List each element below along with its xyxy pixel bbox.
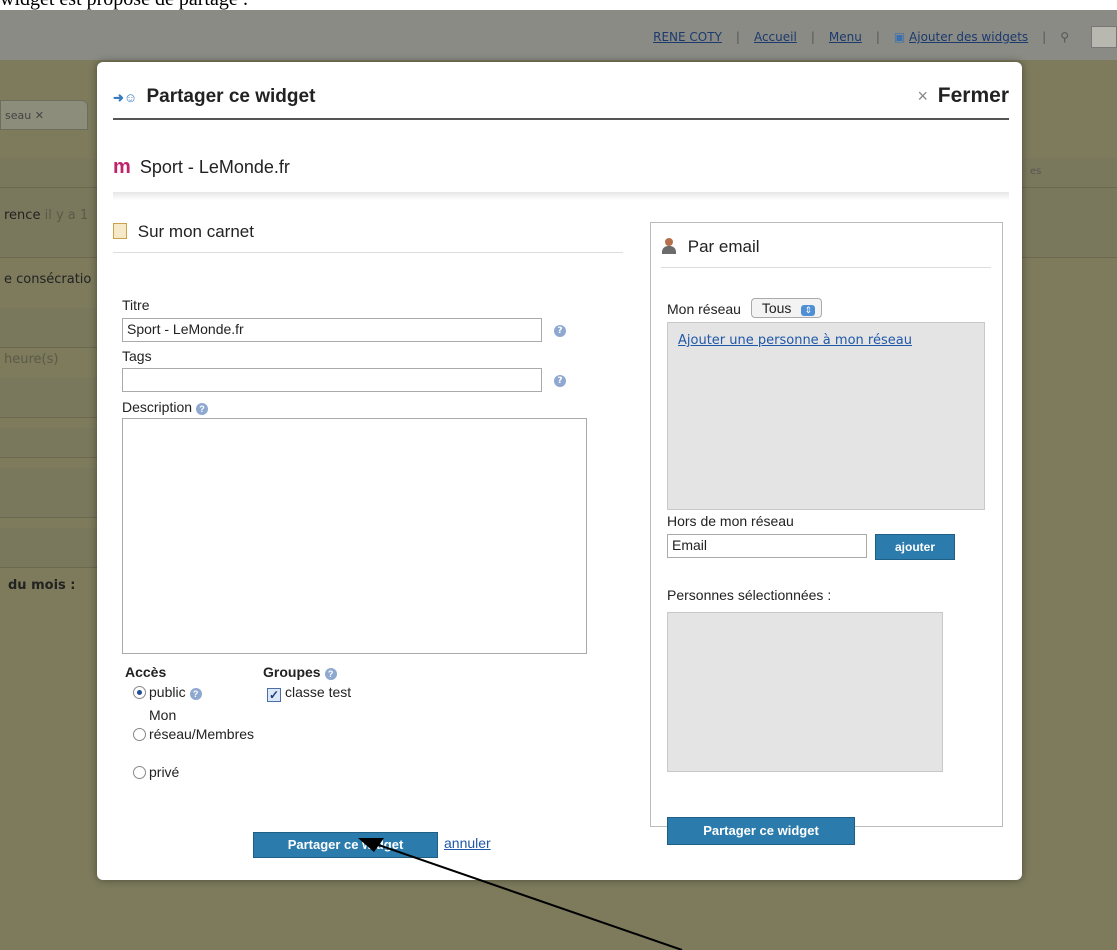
description-label: Description? [122,399,209,415]
add-person-link[interactable]: Ajouter une personne à mon réseau [668,323,984,358]
search-icon[interactable]: ⚲ [1060,30,1069,44]
dialog-header: ➜☺ Partager ce widget × Fermer [113,80,1009,120]
email-section: Par email Mon réseau Tous ⇕ Ajouter une p… [650,222,1003,845]
widget-name-text: Sport - LeMonde.fr [139,157,290,177]
add-person-link-text[interactable]: Ajouter une personne à mon réseau [678,333,912,348]
network-select[interactable]: Tous ⇕ [750,298,823,318]
group-checkbox-item[interactable]: ✓ classe test [267,684,351,702]
top-navigation-bar: RENE COTY | Accueil | Menu | ▣ Ajouter d… [0,8,1117,60]
add-widgets-label[interactable]: Ajouter des widgets [909,30,1028,44]
close-icon: × [917,86,928,106]
email-heading: Par email [661,237,991,268]
separator: | [810,30,815,44]
groups-label: Groupes? [263,664,337,680]
description-label-text: Description [122,399,193,415]
separator: | [875,30,880,44]
access-option-private[interactable]: privé [133,764,179,780]
network-label: Mon réseau [667,301,741,317]
groups-label-text: Groupes [263,664,321,680]
title-input[interactable]: Sport - LeMonde.fr [122,318,542,342]
home-link[interactable]: Accueil [754,30,797,44]
help-icon[interactable]: ? [554,375,566,387]
tags-label: Tags [122,348,152,364]
help-icon[interactable]: ? [196,403,209,415]
background-row [0,308,97,348]
background-text: rence [4,208,41,223]
notebook-heading-text: Sur mon carnet [137,222,254,241]
share-icon: ➜☺ [113,90,138,105]
radio-button[interactable] [133,728,146,741]
network-list: Ajouter une personne à mon réseau [667,322,985,510]
group-name: classe test [285,684,352,700]
radio-button[interactable] [133,766,146,779]
background-text: e consécratio [4,272,92,287]
close-label: Fermer [937,84,1009,107]
chevron-updown-icon: ⇕ [801,305,816,316]
notebook-heading: Sur mon carnet [113,222,623,253]
help-icon[interactable]: ? [189,688,202,700]
access-option-network[interactable]: Mon réseau/Membres [133,706,283,744]
widget-name: m Sport - LeMonde.fr [113,156,290,179]
access-option-public[interactable]: public? [133,684,202,700]
network-filter: Mon réseau Tous ⇕ [667,298,823,318]
document-caption: widget est proposé de partage : [0,0,1117,10]
dialog-title: ➜☺ Partager ce widget [113,86,315,108]
access-option-label: privé [149,764,180,780]
title-label: Titre [122,297,150,313]
divider [113,192,1009,200]
share-widget-dialog: ➜☺ Partager ce widget × Fermer m Sport -… [97,62,1022,880]
background-text: es [1030,166,1042,177]
tags-input[interactable] [122,368,542,392]
search-box[interactable] [1091,26,1117,48]
dialog-title-text: Partager ce widget [146,86,316,107]
help-icon[interactable]: ? [554,325,566,337]
top-nav-links: RENE COTY | Accueil | Menu | ▣ Ajouter d… [653,26,1117,48]
notebook-icon [113,223,127,239]
access-label: Accès [125,664,167,680]
cancel-link[interactable]: annuler [444,835,491,851]
background-text: il y a 1 [44,208,89,223]
background-text: du mois : [8,578,76,593]
person-icon [661,238,677,254]
user-link[interactable]: RENE COTY [653,30,722,44]
close-button[interactable]: × Fermer [917,84,1009,108]
checkbox[interactable]: ✓ [267,688,281,702]
notebook-section: Sur mon carnet [113,222,623,253]
close-icon: ✕ [34,109,44,122]
separator: | [735,30,740,44]
menu-link[interactable]: Menu [829,30,862,44]
background-tab-label: seau [5,109,32,122]
cancel-link-text[interactable]: annuler [444,835,491,851]
background-row [0,468,97,518]
separator: | [1042,30,1047,44]
radio-button[interactable] [133,686,146,699]
background-tab: seau ✕ [0,100,88,130]
network-select-value: Tous [761,300,792,316]
background-row [0,528,97,568]
background-text: heure(s) [4,352,59,367]
background-row [0,428,97,458]
help-icon[interactable]: ? [324,668,337,680]
background-text: rence il y a 1 [4,208,88,223]
add-widgets-link[interactable]: ▣ Ajouter des widgets [894,30,1028,44]
access-option-label: Mon réseau/Membres [149,707,255,742]
selected-people-list [667,612,943,772]
email-input[interactable]: Email [667,534,867,558]
selected-people-label: Personnes sélectionnées : [667,587,832,603]
share-widget-button[interactable]: Partager ce widget [253,832,438,858]
description-textarea[interactable] [122,418,587,654]
lemonde-logo-icon: m [113,156,131,178]
background-row [0,378,97,418]
share-by-email-button[interactable]: Partager ce widget [667,817,855,845]
access-option-label: public [149,684,186,700]
widget-icon: ▣ [893,30,906,44]
outside-network-label: Hors de mon réseau [667,513,794,529]
add-email-button[interactable]: ajouter [875,534,955,560]
email-heading-text: Par email [687,237,760,256]
